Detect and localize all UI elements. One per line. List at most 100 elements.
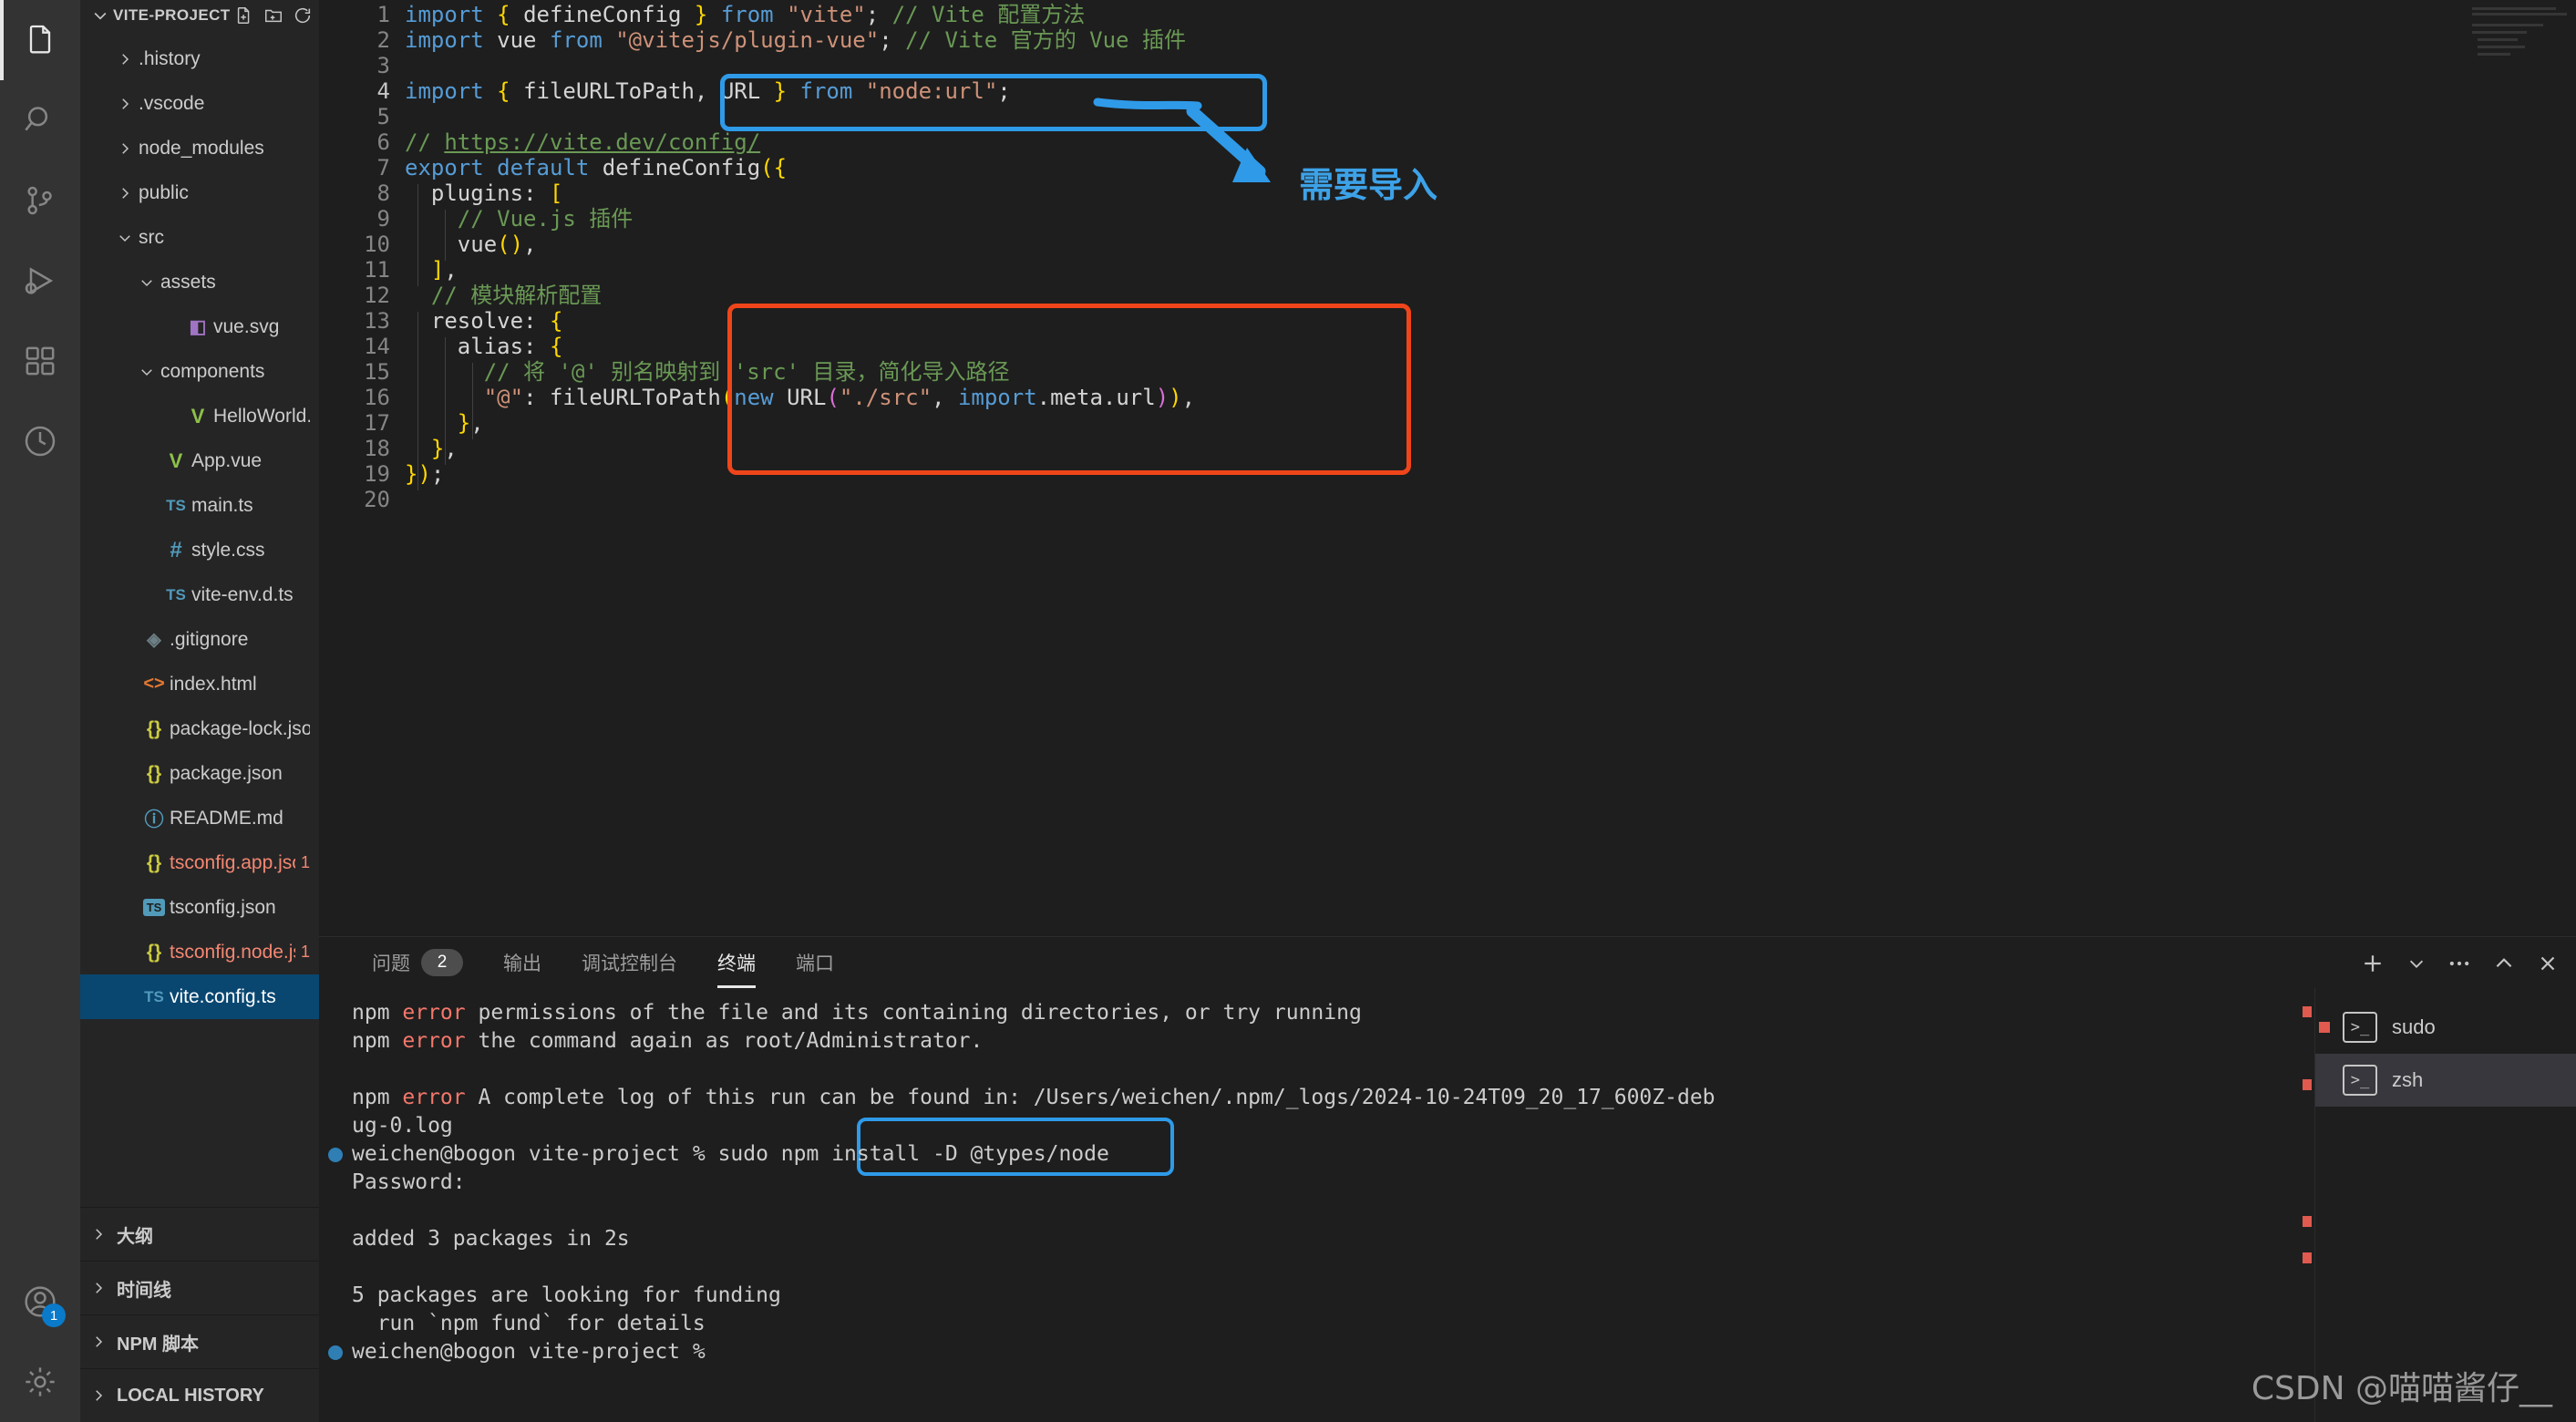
tree-item-helloworld-vue[interactable]: V HelloWorld.vue bbox=[80, 394, 319, 438]
code-line[interactable]: }, bbox=[405, 410, 2576, 436]
panel-more-actions[interactable] bbox=[2447, 951, 2472, 976]
tree-item-vite-env-d-ts[interactable]: TS vite-env.d.ts bbox=[80, 572, 319, 617]
tree-item-label: .history bbox=[139, 47, 201, 69]
terminal-profile-dropdown[interactable] bbox=[2406, 953, 2427, 974]
chevron-right-icon bbox=[111, 96, 139, 112]
new-terminal-button[interactable] bbox=[2359, 950, 2386, 977]
tree-item-label: main.ts bbox=[191, 494, 253, 516]
activity-item-manage[interactable] bbox=[0, 1342, 80, 1422]
panel-tabs[interactable]: 问题 2 输出 调试控制台 终端 端口 bbox=[352, 937, 2359, 989]
terminal-line: ug-0.log bbox=[352, 1112, 2302, 1140]
code-line[interactable]: import vue from "@vitejs/plugin-vue"; //… bbox=[405, 27, 2576, 53]
line-number: 11 bbox=[364, 257, 390, 283]
tree-item-vue-svg[interactable]: ◧ vue.svg bbox=[80, 304, 319, 349]
code-line[interactable]: export default defineConfig({ bbox=[405, 155, 2576, 180]
code-editor[interactable]: 1 2 3 4 5 6 7 8 9 10 11 12 13 14 15 16 17 18 19 20 import {… bbox=[319, 0, 2576, 936]
tree-item--gitignore[interactable]: ◈ .gitignore bbox=[80, 617, 319, 662]
line-number: 13 bbox=[364, 308, 390, 334]
terminal-instance-sudo[interactable]: >_ sudo bbox=[2315, 1001, 2576, 1054]
terminal-instance-label: sudo bbox=[2392, 1015, 2436, 1039]
code-line[interactable] bbox=[405, 104, 2576, 129]
terminal-instances-list[interactable]: >_ sudo >_ zsh bbox=[2314, 988, 2576, 1422]
activity-item-source-control[interactable] bbox=[0, 160, 80, 241]
code-line[interactable]: plugins: [ bbox=[405, 180, 2576, 206]
panel-tab-4[interactable]: 端口 bbox=[776, 937, 854, 988]
tree-item-readme-md[interactable]: ⓘ README.md bbox=[80, 796, 319, 840]
terminal-instance-zsh[interactable]: >_ zsh bbox=[2315, 1054, 2576, 1108]
minimap[interactable] bbox=[2467, 0, 2576, 109]
maximize-panel-button[interactable] bbox=[2492, 952, 2516, 975]
close-panel-button[interactable] bbox=[2536, 952, 2560, 975]
code-line[interactable]: import { defineConfig } from "vite"; // … bbox=[405, 2, 2576, 27]
tree-item--vscode[interactable]: .vscode bbox=[80, 81, 319, 126]
tree-item-main-ts[interactable]: TS main.ts bbox=[80, 483, 319, 528]
panel-tab-1[interactable]: 输出 bbox=[483, 937, 562, 988]
tree-item-src[interactable]: src bbox=[80, 215, 319, 260]
code-line[interactable]: ], bbox=[405, 257, 2576, 283]
tree-item--history[interactable]: .history bbox=[80, 36, 319, 81]
sidebar-section-0[interactable]: 大纲 bbox=[80, 1207, 319, 1261]
terminal-line: 5 packages are looking for funding bbox=[352, 1282, 2302, 1310]
code-line[interactable]: // https://vite.dev/config/ bbox=[405, 129, 2576, 155]
sidebar-section-1[interactable]: 时间线 bbox=[80, 1261, 319, 1314]
ts-icon: TS bbox=[166, 585, 186, 603]
tree-item-components[interactable]: components bbox=[80, 349, 319, 394]
tree-item-tsconfig-app-json[interactable]: {} tsconfig.app.json 1 bbox=[80, 840, 319, 885]
bottom-panel: 问题 2 输出 调试控制台 终端 端口 npm error permission… bbox=[319, 936, 2576, 1422]
activity-item-testing[interactable] bbox=[0, 401, 80, 481]
activity-item-extensions[interactable] bbox=[0, 321, 80, 401]
tree-item-package-lock-json[interactable]: {} package-lock.json bbox=[80, 706, 319, 751]
tree-item-assets[interactable]: assets bbox=[80, 260, 319, 304]
line-number: 9 bbox=[376, 206, 390, 232]
terminal-text: weichen@bogon vite-project % sudo npm in… bbox=[352, 1142, 1109, 1167]
code-line[interactable] bbox=[405, 53, 2576, 78]
code-line[interactable] bbox=[405, 487, 2576, 512]
panel-tab-3[interactable]: 终端 bbox=[697, 937, 776, 989]
tree-item-label: tsconfig.json bbox=[170, 896, 276, 918]
refresh-icon[interactable] bbox=[293, 5, 313, 26]
code-line[interactable]: alias: { bbox=[405, 334, 2576, 359]
code-line[interactable]: resolve: { bbox=[405, 308, 2576, 334]
code-line[interactable]: // 将 '@' 别名映射到 'src' 目录，简化导入路径 bbox=[405, 359, 2576, 385]
tree-item-label: src bbox=[139, 226, 164, 248]
code-line[interactable]: // 模块解析配置 bbox=[405, 283, 2576, 308]
new-file-icon[interactable] bbox=[234, 5, 254, 26]
ts-icon: TS bbox=[144, 987, 164, 1005]
panel-tab-2[interactable]: 调试控制台 bbox=[562, 937, 697, 988]
tree-item-app-vue[interactable]: V App.vue bbox=[80, 438, 319, 483]
tree-item-index-html[interactable]: <> index.html bbox=[80, 662, 319, 706]
tree-item-node-modules[interactable]: node_modules bbox=[80, 126, 319, 170]
terminal-scrollbar[interactable] bbox=[2302, 988, 2314, 1422]
sidebar-section-label: NPM 脚本 bbox=[117, 1334, 199, 1355]
tree-item-vite-config-ts[interactable]: TS vite.config.ts bbox=[80, 974, 319, 1019]
gear-icon bbox=[26, 1367, 55, 1396]
sidebar-section-3[interactable]: LOCAL HISTORY bbox=[80, 1368, 319, 1422]
activity-item-run-and-debug[interactable] bbox=[0, 241, 80, 321]
terminal-text: run `npm fund` for details bbox=[352, 1312, 706, 1336]
code-line[interactable]: }); bbox=[405, 461, 2576, 487]
tree-item-tsconfig-node-json[interactable]: {} tsconfig.node.json 1 bbox=[80, 930, 319, 974]
new-folder-icon[interactable] bbox=[263, 5, 283, 26]
tree-item-style-css[interactable]: # style.css bbox=[80, 528, 319, 572]
beaker-icon bbox=[25, 426, 56, 457]
activity-item-search[interactable] bbox=[0, 80, 80, 160]
accounts-badge: 1 bbox=[42, 1304, 66, 1327]
explorer-sidebar: VITE-PROJECT .history .vscode node_modul… bbox=[80, 0, 339, 1422]
sidebar-section-2[interactable]: NPM 脚本 bbox=[80, 1314, 319, 1368]
tree-item-tsconfig-json[interactable]: TS tsconfig.json bbox=[80, 885, 319, 930]
code-lines[interactable]: import { defineConfig } from "vite"; // … bbox=[405, 2, 2576, 512]
tree-item-label: node_modules bbox=[139, 137, 264, 159]
tree-item-package-json[interactable]: {} package.json bbox=[80, 751, 319, 796]
activity-item-accounts[interactable]: 1 bbox=[0, 1262, 80, 1342]
tree-item-public[interactable]: public bbox=[80, 170, 319, 215]
panel-tab-0[interactable]: 问题 2 bbox=[352, 937, 483, 988]
code-line[interactable]: vue(), bbox=[405, 232, 2576, 257]
line-number-gutter: 1 2 3 4 5 6 7 8 9 10 11 12 13 14 15 16 17 18 19 20 bbox=[319, 2, 405, 512]
chevron-down-icon[interactable] bbox=[91, 5, 109, 26]
code-line[interactable]: import { fileURLToPath, URL } from "node… bbox=[405, 78, 2576, 104]
terminal-output[interactable]: npm error permissions of the file and it… bbox=[319, 988, 2302, 1422]
code-line[interactable]: // Vue.js 插件 bbox=[405, 206, 2576, 232]
code-line[interactable]: "@": fileURLToPath(new URL("./src", impo… bbox=[405, 385, 2576, 410]
activity-item-explorer[interactable] bbox=[0, 0, 80, 80]
code-line[interactable]: }, bbox=[405, 436, 2576, 461]
